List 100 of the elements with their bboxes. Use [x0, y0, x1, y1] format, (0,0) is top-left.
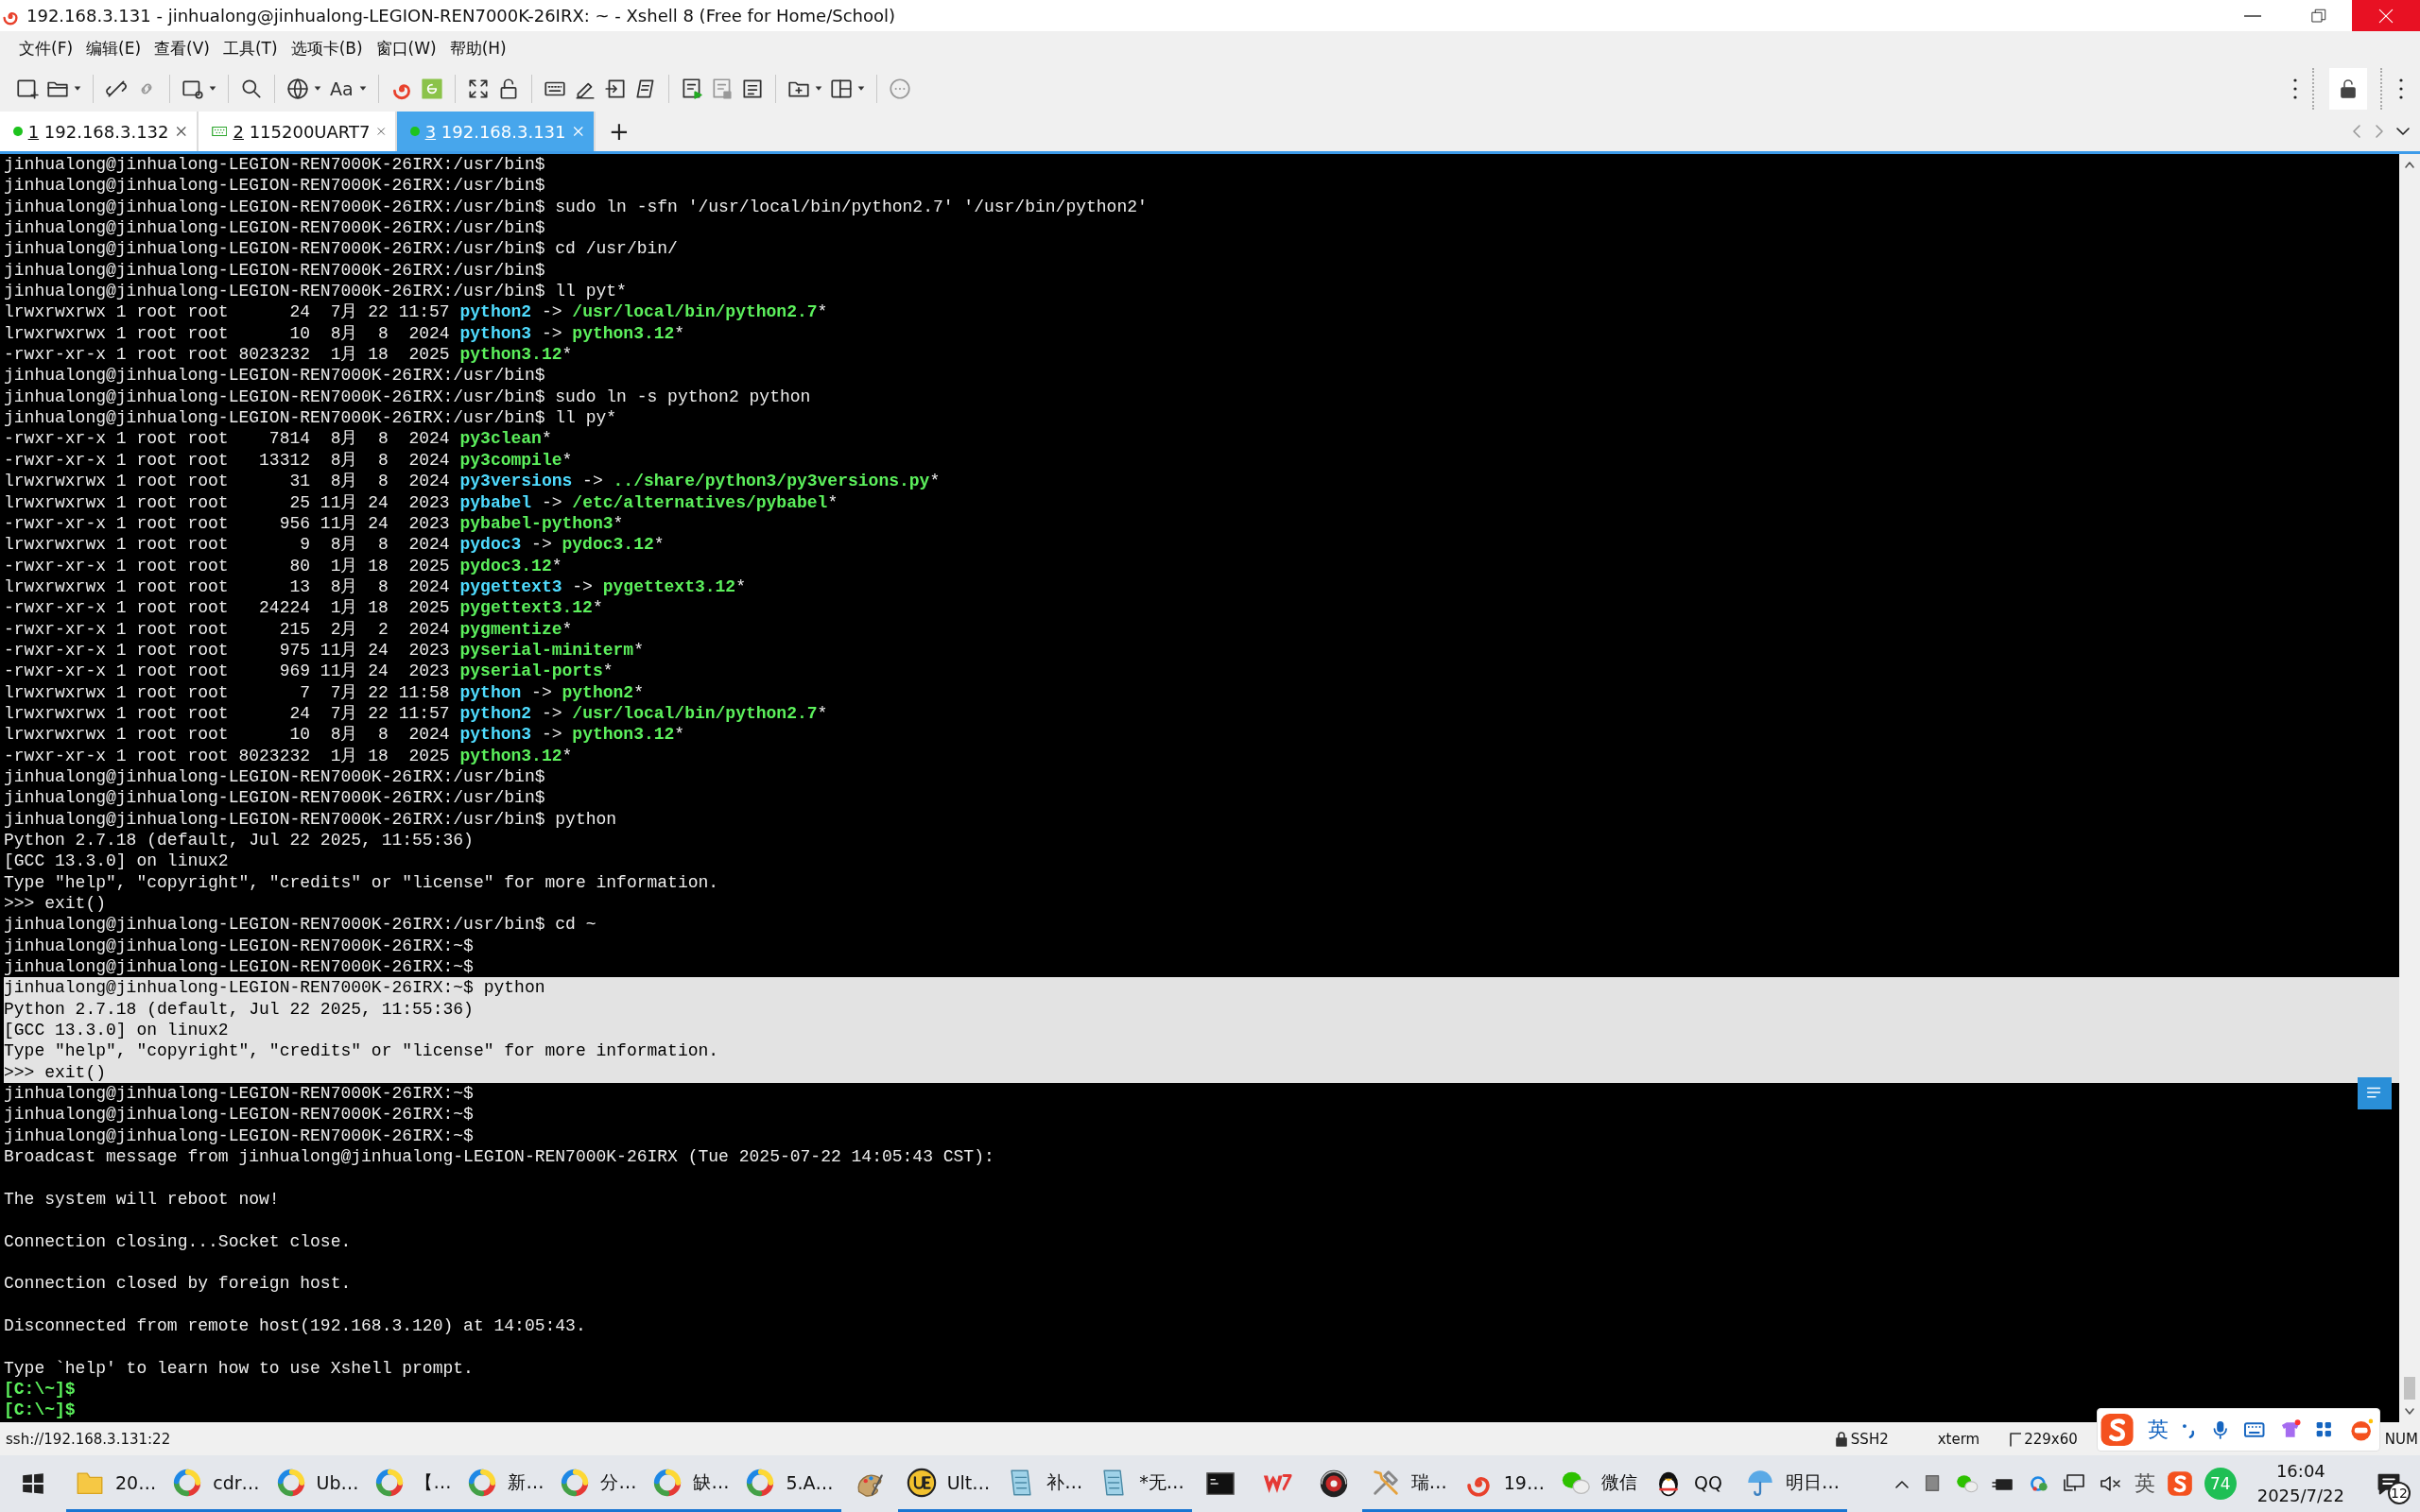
- connection-address: ssh://192.168.3.131:22: [6, 1430, 171, 1448]
- chevron-down-icon[interactable]: [2395, 125, 2411, 138]
- terminal-line: lrwxrwxrwx 1 root root 10 8月 8 2024 python3 -> python3.12*: [4, 323, 685, 343]
- windows-icon[interactable]: [21, 1471, 45, 1496]
- terminal-line: Type "help", "copyright", "credits" or "license" for more information.: [4, 872, 719, 892]
- input-language[interactable]: 英: [2134, 1469, 2155, 1498]
- num-lock-indicator: NUM: [2384, 1430, 2418, 1448]
- scroll-up-icon[interactable]: [2404, 160, 2415, 169]
- scroll-down-icon[interactable]: [2404, 1407, 2415, 1417]
- terminal-line: jinhualong@jinhualong-LEGION-REN7000K-26IRX:/usr/bin$ sudo ln -s python2 python: [4, 387, 811, 406]
- minimize-icon: [2244, 14, 2261, 17]
- terminal-line: Connection closing...Socket close.: [4, 1231, 352, 1251]
- terminal-line: jinhualong@jinhualong-LEGION-REN7000K-26IRX:/usr/bin$: [4, 788, 545, 808]
- taskbar-button[interactable]: 微信: [1551, 1455, 1645, 1512]
- input-method-icon: [2100, 1412, 2135, 1448]
- notification-button[interactable]: 12: [2365, 1457, 2412, 1510]
- layout-icon[interactable]: [828, 77, 854, 101]
- terminal-line: jinhualong@jinhualong-LEGION-REN7000K-26IRX:~$: [4, 1084, 474, 1104]
- terminal-line: -rwxr-xr-x 1 root root 80 1月 18 2025 pydoc3.12*: [4, 556, 562, 576]
- serial-port-icon: [212, 124, 228, 139]
- terminal-line: The system will reboot now!: [4, 1189, 280, 1209]
- terminal-line: -rwxr-xr-x 1 root root 215 2月 2 2024 pygmentize*: [4, 619, 573, 639]
- terminal-line: -rwxr-xr-x 1 root root 8023232 1月 18 2025 python3.12*: [4, 345, 573, 365]
- taskbar-button[interactable]: 缺…: [644, 1455, 737, 1512]
- terminal-line: -rwxr-xr-x 1 root root 13312 8月 8 2024 py3compile*: [4, 450, 573, 470]
- terminal-line: jinhualong@jinhualong-LEGION-REN7000K-26IRX:~$: [4, 1125, 474, 1145]
- list-button[interactable]: [2358, 1077, 2392, 1109]
- menu-item[interactable]: 工具(T): [216, 34, 284, 63]
- terminal-line: Broadcast message from jinhualong@jinhualong-LEGION-REN7000K-26IRX (Tue 2025-07-22 14:05:43 CST):: [4, 1147, 994, 1167]
- terminal-type: xterm: [1937, 1430, 1980, 1448]
- terminal-line: -rwxr-xr-x 1 root root 956 11月 24 2023 pybabel-python3*: [4, 513, 624, 533]
- terminal-line: jinhualong@jinhualong-LEGION-REN7000K-26IRX:/usr/bin$ ll py*: [4, 408, 617, 428]
- terminal-line: lrwxrwxrwx 1 root root 31 8月 8 2024 py3versions -> ../share/python3/py3versions.py*: [4, 472, 941, 491]
- terminal-line: lrwxrwxrwx 1 root root 7 7月 22 11:58 python -> python2*: [4, 682, 644, 702]
- terminal-line: jinhualong@jinhualong-LEGION-REN7000K-26IRX:/usr/bin$ ll pyt*: [4, 282, 627, 301]
- lock-icon: [1834, 1431, 1848, 1447]
- taskbar-button[interactable]: cdr…: [164, 1455, 268, 1512]
- taskbar-button[interactable]: 新…: [458, 1455, 552, 1512]
- terminal-line: jinhualong@jinhualong-LEGION-REN7000K-26IRX:/usr/bin$ python: [4, 809, 617, 829]
- badge-icon: [905, 1466, 938, 1499]
- taskbar-button[interactable]: 瑞…: [1361, 1455, 1455, 1512]
- terminal-line: jinhualong@jinhualong-LEGION-REN7000K-26IRX:~$ python: [4, 978, 545, 998]
- terminal-line: jinhualong@jinhualong-LEGION-REN7000K-26IRX:/usr/bin$ cd /usr/bin/: [4, 239, 678, 259]
- session-tab[interactable]: 1 192.168.3.132: [0, 112, 199, 151]
- taskbar-button[interactable]: 补…: [997, 1455, 1091, 1512]
- terminal-line: lrwxrwxrwx 1 root root 10 8月 8 2024 python3 -> python3.12*: [4, 725, 685, 745]
- terminal-line: lrwxrwxrwx 1 root root 24 7月 22 11:57 python2 -> /usr/local/bin/python2.7*: [4, 302, 828, 322]
- close-icon[interactable]: [375, 125, 386, 138]
- terminal-line: jinhualong@jinhualong-LEGION-REN7000K-26IRX:~$: [4, 1105, 474, 1125]
- taskbar-button[interactable]: Ult…: [897, 1455, 998, 1512]
- taskbar-button[interactable]: 19…: [1454, 1455, 1552, 1512]
- terminal-line: -rwxr-xr-x 1 root root 7814 8月 8 2024 py3clean*: [4, 429, 552, 449]
- input-language[interactable]: 英: [2148, 1416, 2169, 1444]
- taskbar-button[interactable]: 5.A…: [736, 1455, 841, 1512]
- taskbar-button[interactable]: Ub…: [267, 1455, 367, 1512]
- terminal-line: lrwxrwxrwx 1 root root 25 11月 24 2023 pybabel -> /etc/alternatives/pybabel*: [4, 492, 838, 512]
- terminal-line: [GCC 13.3.0] on linux2: [4, 1021, 229, 1040]
- terminal-line: [C:\~]$: [4, 1400, 76, 1420]
- menu-item[interactable]: 查看(V): [148, 34, 216, 63]
- terminal-line: jinhualong@jinhualong-LEGION-REN7000K-26IRX:/usr/bin$: [4, 766, 545, 786]
- terminal-line: jinhualong@jinhualong-LEGION-REN7000K-26IRX:/usr/bin$ cd ~: [4, 915, 596, 935]
- terminal-line: lrwxrwxrwx 1 root root 13 8月 8 2024 pygettext3 -> pygettext3.12*: [4, 576, 746, 596]
- terminal-line: jinhualong@jinhualong-LEGION-REN7000K-26IRX:/usr/bin$: [4, 155, 545, 174]
- terminal-line: jinhualong@jinhualong-LEGION-REN7000K-26IRX:/usr/bin$ sudo ln -sfn '/usr/local/bin/python2.7' '/usr/bin/python2': [4, 197, 1148, 216]
- globe-icon[interactable]: [285, 77, 310, 101]
- terminal-line: lrwxrwxrwx 1 root root 24 7月 22 11:57 python2 -> /usr/local/bin/python2.7*: [4, 703, 828, 723]
- new-tab-button[interactable]: +: [596, 112, 643, 151]
- terminal-line: Python 2.7.18 (default, Jul 22 2025, 11:55:36): [4, 831, 474, 850]
- protocol-label: SSH2: [1850, 1430, 1889, 1448]
- menu-item[interactable]: 窗口(W): [370, 34, 442, 63]
- terminal-line: -rwxr-xr-x 1 root root 969 11月 24 2023 pyserial-ports*: [4, 662, 614, 681]
- taskbar-button[interactable]: 20…: [66, 1455, 164, 1512]
- taskbar-button[interactable]: 分…: [551, 1455, 645, 1512]
- scrollbar[interactable]: [2399, 154, 2420, 1422]
- input-method-icon: [2166, 1470, 2193, 1497]
- taskbar-button[interactable]: 明日…: [1736, 1455, 1847, 1512]
- terminal-line: -rwxr-xr-x 1 root root 8023232 1月 18 2025 python3.12*: [4, 746, 573, 765]
- terminal-line: >>> exit(): [4, 1062, 107, 1082]
- font-button[interactable]: Aa: [328, 78, 355, 99]
- terminal-line: jinhualong@jinhualong-LEGION-REN7000K-26IRX:/usr/bin$: [4, 260, 545, 280]
- close-icon[interactable]: [174, 125, 187, 138]
- taskbar-button[interactable]: QQ: [1644, 1455, 1737, 1512]
- clock[interactable]: 16:04 2025/7/22: [2247, 1459, 2354, 1508]
- terminal-line: Type `help' to learn how to use Xshell prompt.: [4, 1358, 474, 1378]
- taskbar-button[interactable]: 【…: [366, 1455, 459, 1512]
- menu-item[interactable]: 文件(F): [13, 34, 79, 63]
- menu-item[interactable]: 编辑(E): [80, 34, 147, 63]
- terminal-line: [GCC 13.3.0] on linux2: [4, 851, 229, 871]
- restore-icon: [2310, 7, 2327, 25]
- terminal-line: jinhualong@jinhualong-LEGION-REN7000K-26IRX:/usr/bin$: [4, 366, 545, 386]
- lock-button[interactable]: [2329, 68, 2367, 110]
- taskbar-button[interactable]: *无…: [1090, 1455, 1192, 1512]
- window-title: 192.168.3.131 - jinhualong@jinhualong-LEGION-REN7000K-26IRX: ~ - Xshell 8 (Free for Home/School): [26, 6, 896, 26]
- menu-item[interactable]: 选项卡(B): [285, 34, 369, 63]
- scrollbar-thumb[interactable]: [2404, 1377, 2415, 1400]
- terminal-line: Disconnected from remote host(192.168.3.120) at 14:05:43.: [4, 1315, 586, 1335]
- session-tab[interactable]: 2 115200UART7: [199, 112, 397, 151]
- new-window-icon[interactable]: [15, 77, 40, 101]
- terminal-line: jinhualong@jinhualong-LEGION-REN7000K-26IRX:~$: [4, 936, 474, 955]
- menu-item[interactable]: 帮助(H): [443, 34, 512, 63]
